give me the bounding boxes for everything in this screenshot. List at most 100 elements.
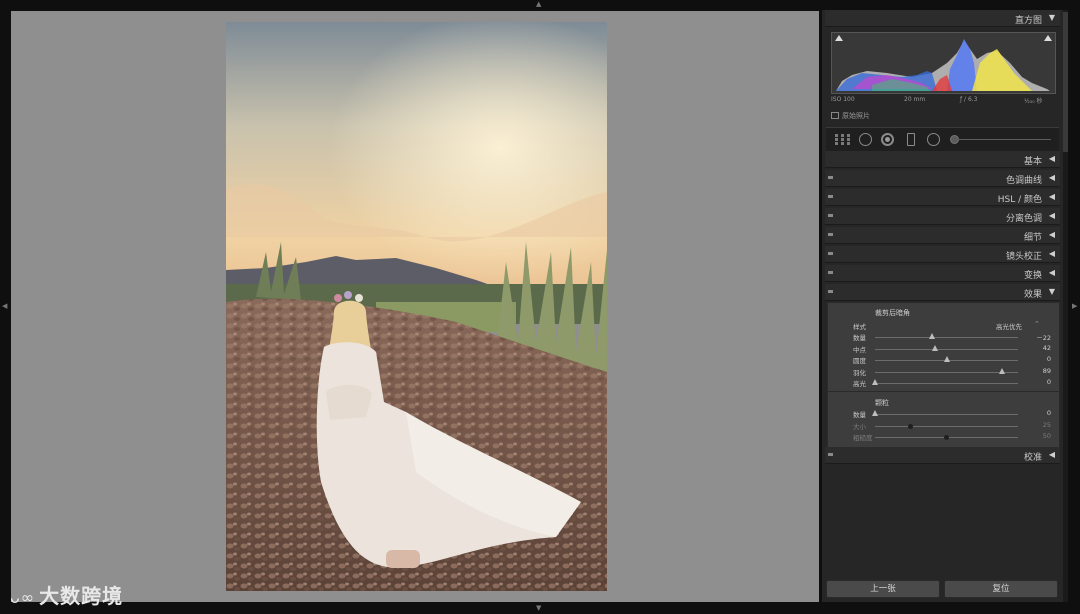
- panel-switch-icon[interactable]: [828, 453, 833, 456]
- collapse-arrow-icon: ▼: [1048, 13, 1055, 22]
- highlight-clipping-icon[interactable]: [1044, 35, 1052, 41]
- vignette-slider-knob[interactable]: [943, 356, 950, 362]
- section-effects[interactable]: 效果 ▼: [825, 284, 1060, 301]
- vignette-slider-knob[interactable]: [932, 344, 939, 351]
- bride-photo: [226, 22, 607, 591]
- grain-value[interactable]: 0: [1027, 409, 1051, 417]
- graduated-filter-tool[interactable]: [907, 133, 915, 146]
- grain-slider[interactable]: [875, 425, 1018, 427]
- brush-slider-track[interactable]: [954, 139, 1051, 140]
- grain-slider-knob[interactable]: [907, 423, 913, 429]
- photo-preview[interactable]: [226, 22, 607, 591]
- grain-value[interactable]: 25: [1027, 421, 1051, 429]
- grain-label: 数量: [853, 411, 866, 419]
- grain-slider[interactable]: [875, 414, 1018, 415]
- vignette-slider[interactable]: [875, 348, 1018, 350]
- section-basic-label: 基本: [1023, 157, 1042, 167]
- grain-slider-knob[interactable]: [943, 435, 949, 440]
- vignette-slider-knob[interactable]: [999, 367, 1006, 374]
- effects-panel: 裁剪后暗角 样式 高光优先 ⌃ 数量 －22 中点 42 圆度 0 羽化 89 高光 0 颗粒 数…: [827, 302, 1060, 456]
- section-basic[interactable]: 基本 ◀: [825, 151, 1060, 168]
- expand-arrow-icon: ◀: [1048, 154, 1055, 163]
- watermark-logo: ᴗ∞: [10, 588, 36, 607]
- left-panel-toggle[interactable]: ◀: [2, 303, 7, 310]
- original-photo-label: 原始照片: [842, 112, 870, 120]
- original-photo-checkbox[interactable]: [831, 112, 839, 119]
- bottom-panel-toggle[interactable]: ▼: [536, 605, 541, 612]
- spot-removal-tool[interactable]: [859, 133, 872, 146]
- grain-title: 颗粒: [875, 399, 889, 407]
- panel-switch-icon[interactable]: [828, 252, 833, 255]
- vignette-slider[interactable]: [875, 371, 1018, 373]
- vignette-value[interactable]: 42: [1027, 344, 1051, 352]
- panel-scrollbar[interactable]: [1063, 10, 1068, 602]
- section-transform-label: 变换: [1023, 271, 1042, 281]
- collapse-arrow-icon: ▼: [1048, 287, 1055, 296]
- vignette-label: 中点: [853, 345, 866, 354]
- expand-arrow-icon: ◀: [1048, 211, 1055, 220]
- histogram-header[interactable]: 直方图 ▼: [825, 10, 1060, 27]
- grain-label: 粗糙度: [853, 434, 873, 442]
- vignette-value[interactable]: －22: [1027, 332, 1051, 342]
- histogram[interactable]: [831, 32, 1056, 94]
- tool-strip: [826, 127, 1059, 152]
- exif-iso: ISO 100: [831, 96, 855, 103]
- panel-switch-icon[interactable]: [828, 290, 833, 293]
- vignette-style-label: 样式: [853, 323, 866, 331]
- vignette-slider[interactable]: [875, 383, 1018, 384]
- exif-focal: 20 mm: [904, 96, 926, 103]
- panel-switch-icon[interactable]: [828, 214, 833, 217]
- watermark: ᴗ∞ 大数跨境: [10, 580, 123, 609]
- vignette-value[interactable]: 0: [1027, 355, 1051, 363]
- panel-switch-icon[interactable]: [828, 271, 833, 274]
- vignette-value[interactable]: 0: [1027, 378, 1051, 386]
- crop-overlay-tool[interactable]: [835, 134, 851, 145]
- previous-button[interactable]: 上一张: [826, 580, 940, 598]
- vignette-title: 裁剪后暗角: [875, 309, 910, 317]
- scrollbar-thumb[interactable]: [1063, 12, 1068, 152]
- photo-canvas[interactable]: [11, 11, 819, 602]
- radial-filter-tool[interactable]: [927, 133, 940, 146]
- expand-arrow-icon: ◀: [1048, 249, 1055, 258]
- section-transform[interactable]: 变换 ◀: [825, 265, 1060, 282]
- reset-button[interactable]: 复位: [944, 580, 1058, 598]
- red-eye-tool[interactable]: [881, 133, 894, 146]
- bottom-button-bar: 上一张 复位: [825, 578, 1060, 600]
- section-calibration[interactable]: 校准 ◀: [825, 447, 1060, 464]
- panel-switch-icon[interactable]: [828, 195, 833, 198]
- vignette-slider[interactable]: [875, 337, 1018, 338]
- expand-arrow-icon: ◀: [1048, 268, 1055, 277]
- section-hsl-label: HSL / 颜色: [997, 195, 1042, 205]
- exif-aperture: ƒ / 6.3: [960, 96, 978, 103]
- grain-value[interactable]: 50: [1027, 432, 1051, 440]
- section-detail[interactable]: 细节 ◀: [825, 227, 1060, 244]
- section-lens-correction[interactable]: 镜头校正 ◀: [825, 246, 1060, 263]
- section-detail-label: 细节: [1023, 233, 1042, 243]
- section-split-toning-label: 分离色调: [1005, 214, 1042, 224]
- right-panel-toggle[interactable]: ▶: [1072, 303, 1077, 310]
- watermark-text: 大数跨境: [39, 584, 124, 608]
- vignette-slider-knob[interactable]: [872, 379, 878, 385]
- section-tone-curve[interactable]: 色调曲线 ◀: [825, 170, 1060, 187]
- histogram-title: 直方图: [1014, 16, 1042, 26]
- top-panel-toggle[interactable]: ▲: [536, 1, 541, 8]
- section-calibration-label: 校准: [1023, 453, 1042, 463]
- dropdown-caret-icon[interactable]: ⌃: [1034, 320, 1040, 328]
- panel-switch-icon[interactable]: [828, 176, 833, 179]
- section-hsl[interactable]: HSL / 颜色 ◀: [825, 189, 1060, 206]
- panel-switch-icon[interactable]: [828, 233, 833, 236]
- vignette-style-select[interactable]: 高光优先: [996, 321, 1022, 331]
- section-lens-correction-label: 镜头校正: [1005, 252, 1042, 262]
- section-tone-curve-label: 色调曲线: [1005, 176, 1042, 186]
- expand-arrow-icon: ◀: [1048, 173, 1055, 182]
- effects-divider: [828, 391, 1059, 392]
- grain-slider-knob[interactable]: [872, 410, 878, 416]
- vignette-value[interactable]: 89: [1027, 367, 1051, 375]
- original-photo-toggle[interactable]: 原始照片: [831, 111, 870, 121]
- section-split-toning[interactable]: 分离色调 ◀: [825, 208, 1060, 225]
- shadow-clipping-icon[interactable]: [835, 35, 843, 41]
- section-effects-label: 效果: [1023, 290, 1042, 300]
- expand-arrow-icon: ◀: [1048, 450, 1055, 459]
- vignette-slider-knob[interactable]: [929, 333, 936, 339]
- vignette-label: 羽化: [853, 368, 866, 377]
